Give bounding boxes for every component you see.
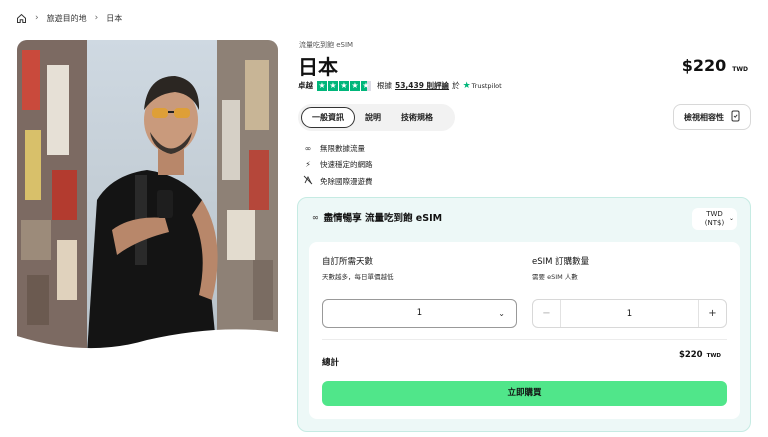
feature-label: 無限數據流量 bbox=[320, 143, 365, 153]
check-compatibility-button[interactable]: 檢視相容性 bbox=[673, 104, 751, 130]
star-half-icon: ★ bbox=[361, 80, 371, 91]
feature-item: ∞ 無限數據流量 bbox=[301, 140, 373, 157]
infinity-icon: ∞ bbox=[312, 212, 319, 222]
decrement-button[interactable]: − bbox=[533, 300, 561, 327]
quantity-hint: 需要 eSIM 人數 bbox=[532, 273, 578, 281]
total-currency: TWD bbox=[706, 353, 721, 359]
days-value: 1 bbox=[416, 308, 423, 318]
tab-specs[interactable]: 技術規格 bbox=[391, 107, 443, 128]
phone-check-icon bbox=[731, 110, 740, 124]
price-value: $220 bbox=[681, 56, 727, 75]
feature-item: ⚡ 快速穩定的網路 bbox=[301, 157, 373, 174]
quantity-label: eSIM 訂購數量 bbox=[532, 257, 590, 267]
total-value: $220 bbox=[678, 350, 703, 360]
total-price: $220 TWD bbox=[679, 350, 721, 360]
plan-card-title: 盡情暢享 流量吃到飽 eSIM bbox=[323, 213, 443, 224]
trustpilot-logo[interactable]: ★ Trustpilot bbox=[463, 81, 502, 91]
feature-list: ∞ 無限數據流量 ⚡ 快速穩定的網路 免除國際漫遊費 bbox=[301, 140, 373, 190]
rating-word: 卓越 bbox=[298, 81, 313, 90]
info-tabs: 一般資訊 說明 技術規格 bbox=[298, 104, 455, 131]
review-count-link[interactable]: 53,439 則評論 bbox=[395, 80, 449, 91]
star-icon: ★ bbox=[328, 80, 338, 91]
feature-item: 免除國際漫遊費 bbox=[301, 173, 373, 190]
infinity-icon: ∞ bbox=[304, 143, 312, 153]
lightning-icon: ⚡ bbox=[305, 160, 311, 170]
chevron-right-icon: › bbox=[94, 13, 99, 23]
days-label: 自訂所需天數 bbox=[322, 257, 374, 267]
quantity-stepper: − 1 + bbox=[532, 299, 727, 328]
breadcrumb-destinations[interactable]: 旅遊目的地 bbox=[47, 13, 87, 24]
plan-options: 自訂所需天數 天數越多，每日單價越低 eSIM 訂購數量 需要 eSIM 人數 … bbox=[309, 242, 740, 419]
trustpilot-star-icon: ★ bbox=[462, 80, 471, 91]
rating-stars: ★ ★ ★ ★ ★ bbox=[317, 80, 372, 91]
breadcrumb-current: 日本 bbox=[106, 13, 123, 23]
home-icon[interactable] bbox=[16, 13, 27, 24]
rating-prefix: 根據 bbox=[377, 81, 392, 90]
compat-label: 檢視相容性 bbox=[684, 112, 724, 122]
quantity-value[interactable]: 1 bbox=[561, 309, 698, 319]
chevron-down-icon: ⌄ bbox=[728, 215, 734, 222]
star-icon: ★ bbox=[339, 80, 349, 91]
increment-button[interactable]: + bbox=[698, 300, 726, 327]
star-icon: ★ bbox=[350, 80, 360, 91]
plan-card: ∞ 盡情暢享 流量吃到飽 eSIM TWD (NT$) ⌄ 自訂所需天數 天數越… bbox=[297, 197, 751, 432]
days-hint: 天數越多，每日單價越低 bbox=[322, 273, 394, 281]
page-title: 日本 bbox=[298, 55, 338, 79]
total-label: 總計 bbox=[322, 358, 340, 368]
rating-suffix: 於 bbox=[452, 81, 460, 90]
tab-general[interactable]: 一般資訊 bbox=[301, 107, 355, 128]
breadcrumb: › 旅遊目的地 › 日本 bbox=[16, 11, 122, 25]
rating-row: 卓越 ★ ★ ★ ★ ★ 根據 53,439 則評論 於 ★ Trustpilo… bbox=[298, 80, 502, 91]
star-icon: ★ bbox=[317, 80, 327, 91]
days-select[interactable]: 1 ⌄ bbox=[322, 299, 517, 328]
feature-label: 免除國際漫遊費 bbox=[320, 176, 373, 186]
product-price: $220 TWD bbox=[682, 56, 748, 75]
chevron-right-icon: › bbox=[35, 13, 39, 23]
tab-description[interactable]: 說明 bbox=[355, 107, 391, 128]
product-subtitle: 流量吃到飽 eSIM bbox=[299, 41, 354, 49]
divider bbox=[322, 339, 727, 340]
feature-label: 快速穩定的網路 bbox=[320, 160, 373, 170]
price-currency: TWD bbox=[732, 66, 748, 73]
chevron-down-icon: ⌄ bbox=[498, 309, 505, 318]
hero-image bbox=[17, 40, 278, 354]
trustpilot-label: Trustpilot bbox=[471, 81, 502, 90]
no-roaming-icon bbox=[301, 175, 315, 187]
plan-card-header: ∞ 盡情暢享 流量吃到飽 eSIM bbox=[312, 210, 443, 225]
currency-select[interactable]: TWD (NT$) ⌄ bbox=[692, 208, 737, 230]
buy-now-button[interactable]: 立即購買 bbox=[322, 381, 727, 406]
